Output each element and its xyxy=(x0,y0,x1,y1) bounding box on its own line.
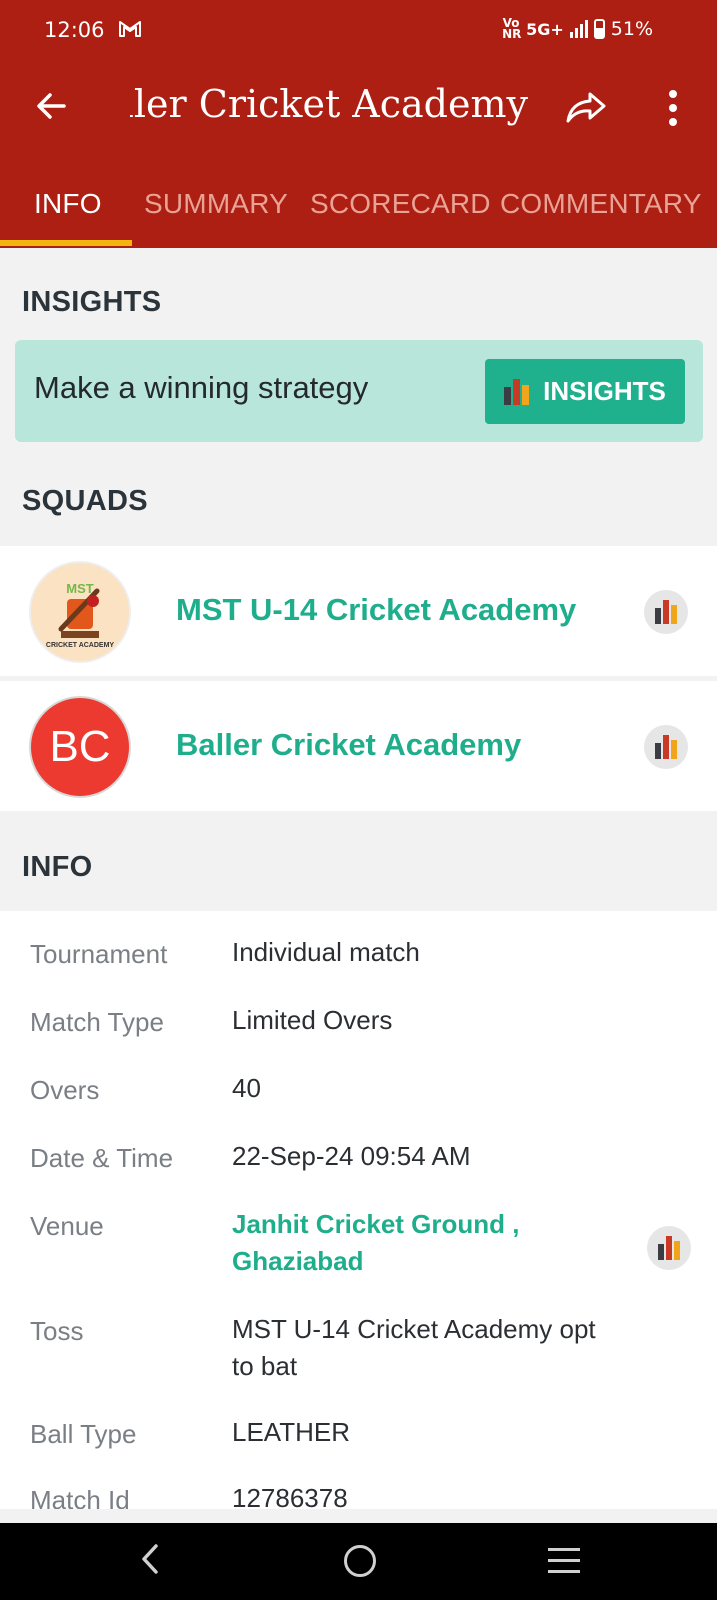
team-name-mst[interactable]: MST U-14 Cricket Academy xyxy=(176,592,576,628)
info-key-overs: Overs xyxy=(30,1075,100,1105)
info-value-ball-type: LEATHER xyxy=(232,1417,350,1447)
info-value-date-time: 22-Sep-24 09:54 AM xyxy=(232,1141,471,1171)
app-header: 12:06 Vo NR 5G+ 51% Mst U-14 Cricket Aca… xyxy=(0,0,717,248)
team-name-baller[interactable]: Baller Cricket Academy xyxy=(176,727,521,763)
back-arrow-icon[interactable] xyxy=(32,86,72,126)
insights-heading: INSIGHTS xyxy=(22,286,162,318)
tab-commentary[interactable]: COMMENTARY xyxy=(500,188,702,220)
svg-text:CRICKET ACADEMY: CRICKET ACADEMY xyxy=(46,642,115,649)
insights-button[interactable]: INSIGHTS xyxy=(485,359,685,424)
battery-icon xyxy=(593,19,605,39)
mst-team-logo: MST CRICKET ACADEMY xyxy=(29,561,131,663)
share-icon[interactable] xyxy=(564,88,608,126)
insights-button-label: INSIGHTS xyxy=(543,376,666,406)
bar-chart-icon xyxy=(655,600,677,624)
squad-row-mst[interactable]: MST CRICKET ACADEMY MST U-14 Cricket Aca… xyxy=(0,546,717,676)
info-value-tournament: Individual match xyxy=(232,937,420,967)
nav-home-icon[interactable] xyxy=(344,1545,376,1577)
team-insights-icon[interactable] xyxy=(644,725,688,769)
status-bar: 12:06 Vo NR 5G+ 51% xyxy=(0,0,717,60)
bar-chart-icon xyxy=(655,735,677,759)
team-insights-icon[interactable] xyxy=(644,590,688,634)
signal-icon xyxy=(569,20,588,38)
tab-info[interactable]: INFO xyxy=(34,188,102,220)
bar-chart-icon xyxy=(658,1236,680,1260)
nav-recents-icon[interactable] xyxy=(548,1548,580,1574)
info-key-match-id: Match Id xyxy=(30,1485,130,1509)
battery-level: 51% xyxy=(610,18,653,40)
info-key-tournament: Tournament xyxy=(30,939,168,969)
tab-scorecard[interactable]: SCORECARD xyxy=(310,188,491,220)
squads-heading: SQUADS xyxy=(22,485,148,517)
baller-team-logo: BC xyxy=(29,696,131,798)
gmail-icon xyxy=(119,21,141,37)
toolbar: Mst U-14 Cricket Academy vs Baller Crick… xyxy=(0,66,717,156)
info-key-venue: Venue xyxy=(30,1211,104,1241)
info-value-match-id: 12786378 xyxy=(232,1483,348,1509)
network-type: 5G+ xyxy=(526,19,564,39)
info-value-toss-line2: to bat xyxy=(232,1351,298,1381)
volte-indicator: Vo NR xyxy=(502,16,522,41)
match-title: Mst U-14 Cricket Academy vs Baller Crick… xyxy=(130,82,528,126)
insights-banner-text: Make a winning strategy xyxy=(34,370,369,405)
squad-row-baller[interactable]: BC Baller Cricket Academy xyxy=(0,681,717,811)
info-value-match-type: Limited Overs xyxy=(232,1005,393,1035)
tab-summary[interactable]: SUMMARY xyxy=(144,188,288,220)
venue-link-line1[interactable]: Janhit Cricket Ground , xyxy=(232,1206,520,1243)
system-navigation-bar xyxy=(0,1523,717,1600)
mst-logo-graphic: MST CRICKET ACADEMY xyxy=(31,563,129,661)
info-key-match-type: Match Type xyxy=(30,1007,164,1037)
info-key-toss: Toss xyxy=(30,1316,84,1346)
tab-bar: INFO SUMMARY SCORECARD COMMENTARY xyxy=(0,176,717,248)
venue-insights-icon[interactable] xyxy=(647,1226,691,1270)
match-title-container: Mst U-14 Cricket Academy vs Baller Crick… xyxy=(130,76,528,136)
info-value-toss-line1: MST U-14 Cricket Academy opt xyxy=(232,1314,596,1344)
more-options-icon[interactable] xyxy=(660,88,686,128)
info-value-overs: 40 xyxy=(232,1073,261,1103)
status-time: 12:06 xyxy=(44,18,105,42)
info-heading: INFO xyxy=(22,851,93,883)
insights-banner: Make a winning strategy INSIGHTS xyxy=(15,340,703,442)
svg-text:MST: MST xyxy=(66,581,94,596)
bar-chart-icon xyxy=(504,378,530,405)
active-tab-indicator xyxy=(0,240,132,246)
info-key-date-time: Date & Time xyxy=(30,1143,174,1173)
nav-back-icon[interactable] xyxy=(136,1542,164,1576)
venue-link-line2[interactable]: Ghaziabad xyxy=(232,1243,363,1280)
match-info-panel: Tournament Individual match Match Type L… xyxy=(0,911,717,1509)
status-indicators: Vo NR 5G+ 51% xyxy=(502,16,653,41)
info-key-ball-type: Ball Type xyxy=(30,1419,137,1449)
